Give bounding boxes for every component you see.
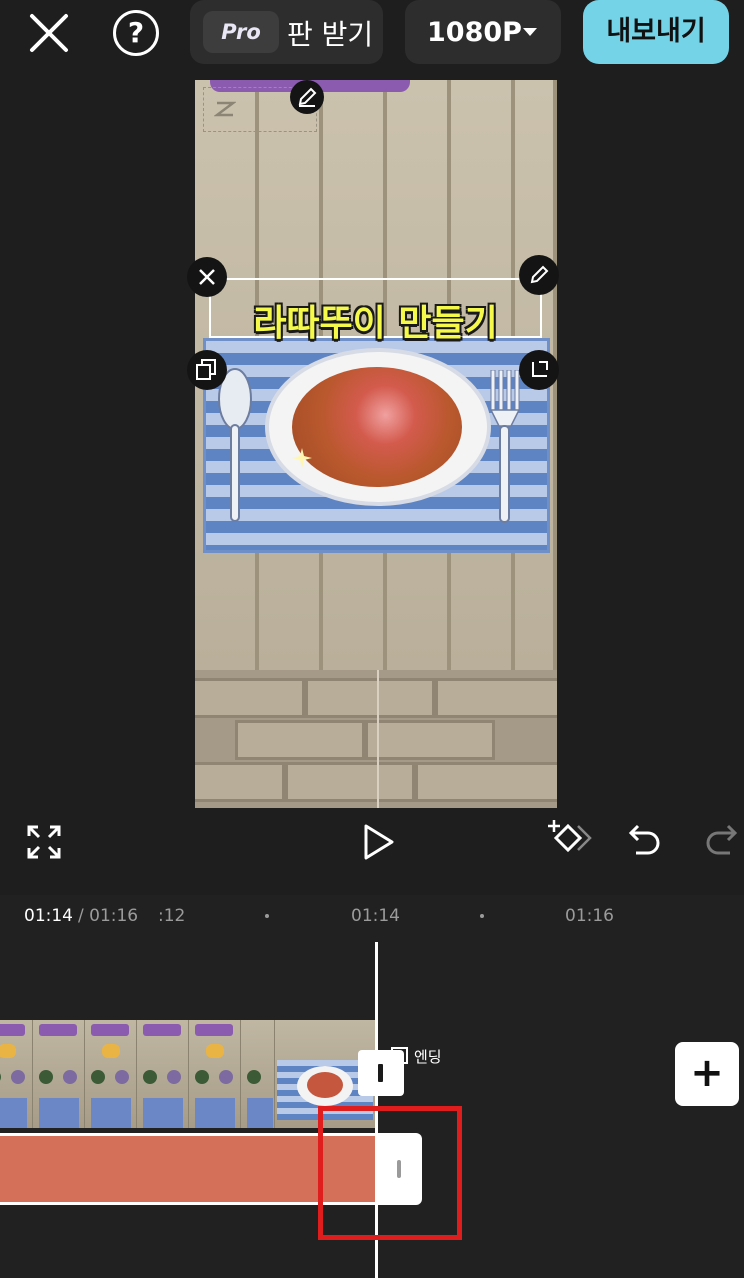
play-icon: [364, 824, 394, 860]
ending-icon: [390, 1046, 410, 1066]
brick: [195, 762, 285, 802]
brick: [365, 720, 495, 760]
brick: [305, 678, 435, 718]
brick-divider: [377, 670, 379, 808]
tick-dot: [265, 914, 269, 918]
brick: [235, 720, 365, 760]
ending-label[interactable]: 엔딩: [414, 1046, 442, 1067]
brick: [195, 678, 305, 718]
play-button[interactable]: [362, 823, 396, 861]
brick-wall: [195, 670, 557, 808]
keyframe-plus-icon: [548, 820, 592, 853]
timeline-tick: :12: [158, 906, 186, 926]
brick: [415, 762, 557, 802]
timeline-tick: 01:14: [351, 906, 400, 926]
brick: [285, 762, 415, 802]
sparkle-icon: [292, 448, 312, 468]
rotate-scale-icon: [532, 361, 548, 377]
help-button[interactable]: ?: [113, 10, 159, 56]
delete-text-button[interactable]: [187, 257, 227, 297]
help-icon: ?: [127, 16, 145, 49]
copy-icon: [196, 359, 216, 380]
total-time: / 01:16: [78, 906, 139, 926]
clip-thumbnail: [0, 1020, 33, 1128]
clip-thumbnail: [137, 1020, 189, 1128]
grip-icon: [378, 1064, 383, 1082]
close-icon: [199, 269, 215, 285]
fullscreen-button[interactable]: [26, 824, 62, 860]
resolution-dropdown[interactable]: 1080P: [405, 0, 561, 64]
highlight-box: [318, 1106, 462, 1240]
export-button[interactable]: 내보내기: [583, 0, 729, 64]
pencil-icon: [298, 87, 317, 107]
expand-icon: [27, 825, 61, 859]
edit-watermark-button[interactable]: [290, 80, 324, 114]
fork-image: [489, 370, 521, 523]
caret-down-icon: [523, 28, 537, 36]
add-clip-button[interactable]: +: [675, 1042, 739, 1106]
text-overlay[interactable]: 라따뚜이 만들기: [209, 294, 542, 346]
ratatouille-image: [292, 367, 462, 487]
plus-icon: +: [690, 1050, 724, 1096]
brick: [435, 678, 557, 718]
tick-dot: [480, 914, 484, 918]
pro-upgrade-label: 판 받기: [287, 18, 374, 51]
clip-thumbnail: [189, 1020, 241, 1128]
redo-icon: [706, 824, 738, 855]
duplicate-text-button[interactable]: [187, 350, 227, 390]
pro-badge: Pro: [203, 11, 279, 53]
scale-rotate-button[interactable]: [519, 350, 559, 390]
capcut-logo-icon: [213, 98, 237, 120]
current-time: 01:14: [24, 906, 73, 926]
add-keyframe-button[interactable]: [548, 818, 594, 860]
undo-icon: [628, 824, 660, 855]
resolution-value: 1080P: [427, 17, 522, 48]
timeline-tick: 01:16: [565, 906, 614, 926]
close-button[interactable]: [28, 12, 70, 54]
close-icon: [30, 14, 68, 52]
clip-thumbnail: [85, 1020, 137, 1128]
edit-text-button[interactable]: [519, 255, 559, 295]
clip-thumbnail: [241, 1020, 275, 1128]
clip-thumbnail: [33, 1020, 85, 1128]
redo-button[interactable]: [704, 822, 738, 858]
pencil-icon: [530, 265, 549, 284]
undo-button[interactable]: [628, 822, 662, 858]
